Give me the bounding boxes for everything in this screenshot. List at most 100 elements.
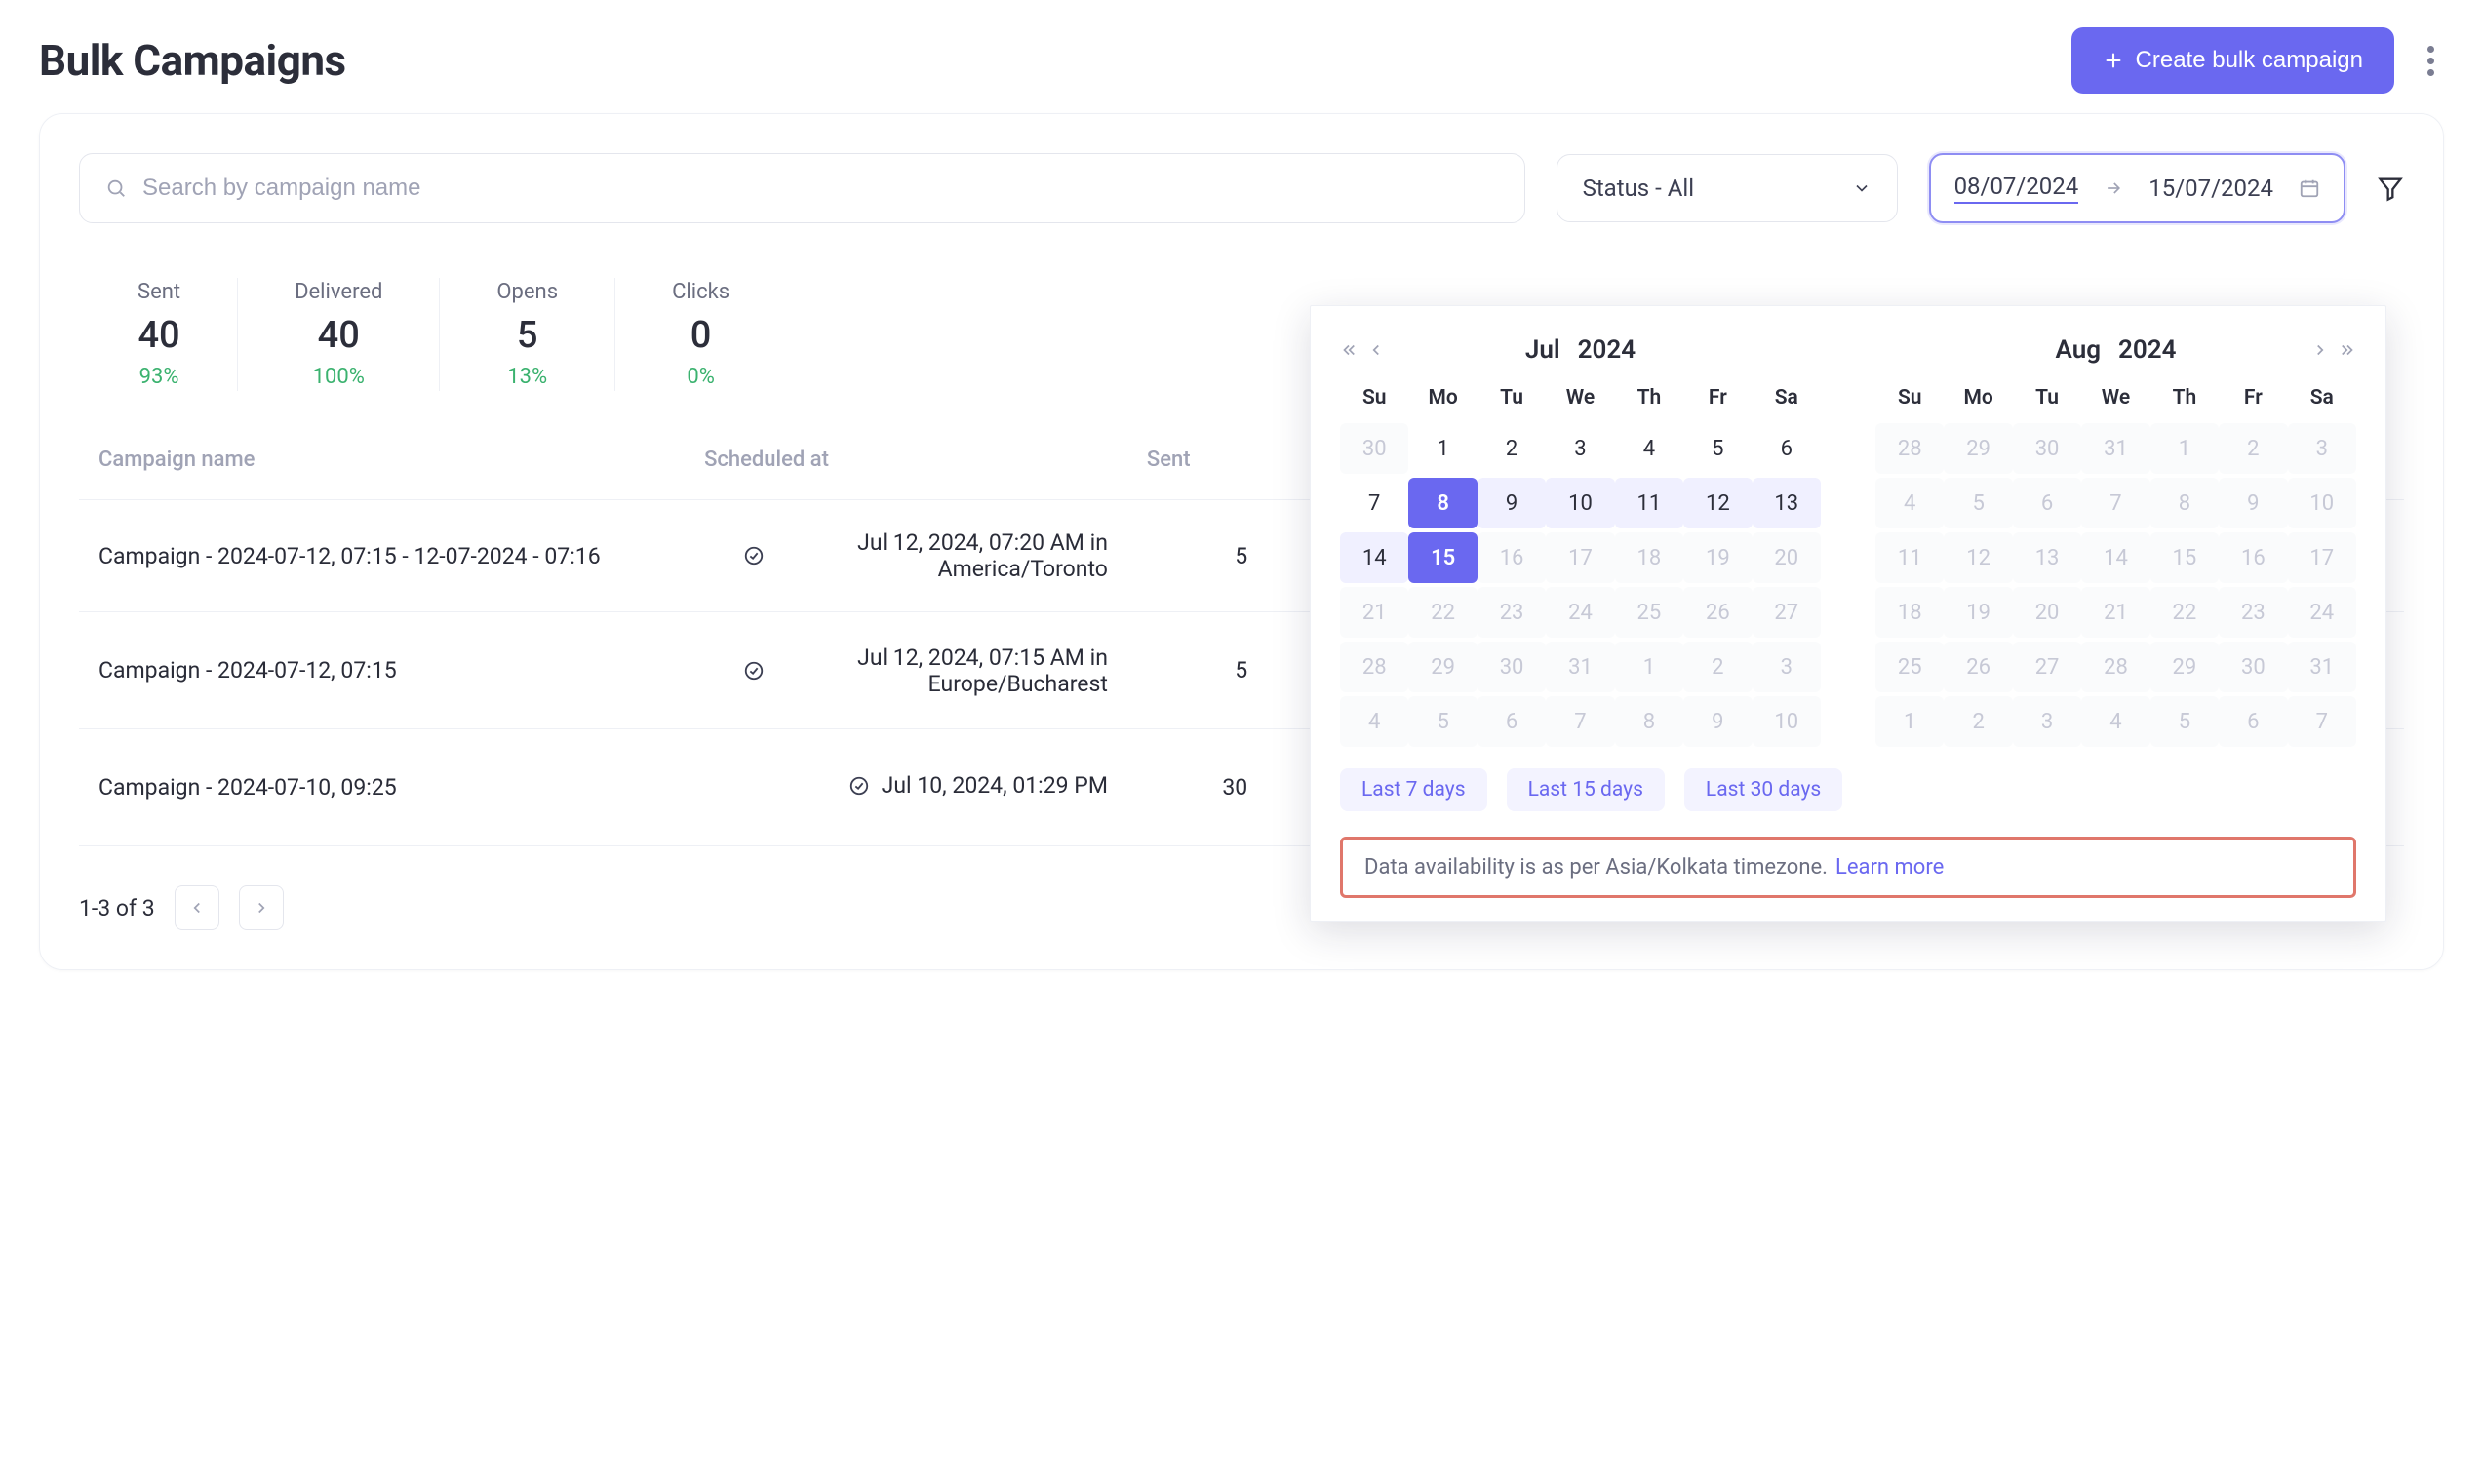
calendar-day[interactable]: 4 [2081,696,2149,747]
calendar-day[interactable]: 6 [2013,478,2081,528]
calendar-day[interactable]: 23 [1478,587,1546,638]
calendar-day[interactable]: 23 [2219,587,2287,638]
calendar-day[interactable]: 28 [1340,642,1408,692]
calendar-day[interactable]: 29 [1944,423,2012,474]
calendar-day[interactable]: 2 [2219,423,2287,474]
calendar-day[interactable]: 21 [2081,587,2149,638]
calendar-day[interactable]: 25 [1875,642,1944,692]
calendar-day[interactable]: 4 [1340,696,1408,747]
calendar-day[interactable]: 30 [2219,642,2287,692]
calendar-day[interactable]: 22 [1408,587,1477,638]
calendar-day[interactable]: 10 [1753,696,1821,747]
calendar-day[interactable]: 8 [1615,696,1683,747]
calendar-day[interactable]: 15 [2150,532,2219,583]
calendar-day[interactable]: 30 [2013,423,2081,474]
date-preset-chip[interactable]: Last 30 days [1684,768,1842,811]
calendar-day[interactable]: 4 [1615,423,1683,474]
calendar-day[interactable]: 13 [1753,478,1821,528]
calendar-day[interactable]: 15 [1408,532,1477,583]
calendar-day[interactable]: 24 [2288,587,2356,638]
calendar-day[interactable]: 9 [2219,478,2287,528]
calendar-day[interactable]: 16 [1478,532,1546,583]
calendar-day[interactable]: 31 [1546,642,1614,692]
calendar-day[interactable]: 16 [2219,532,2287,583]
calendar-day[interactable]: 5 [1944,478,2012,528]
date-preset-chip[interactable]: Last 15 days [1507,768,1665,811]
calendar-day[interactable]: 2 [1478,423,1546,474]
calendar-month-label-right[interactable]: Aug [2056,335,2102,365]
calendar-day[interactable]: 3 [2288,423,2356,474]
calendar-day[interactable]: 29 [2150,642,2219,692]
calendar-day[interactable]: 2 [1944,696,2012,747]
calendar-day[interactable]: 20 [1753,532,1821,583]
calendar-day[interactable]: 4 [1875,478,1944,528]
calendar-day[interactable]: 26 [1944,642,2012,692]
calendar-day[interactable]: 21 [1340,587,1408,638]
calendar-day[interactable]: 27 [2013,642,2081,692]
calendar-day[interactable]: 24 [1546,587,1614,638]
calendar-day[interactable]: 10 [2288,478,2356,528]
calendar-day[interactable]: 2 [1683,642,1752,692]
calendar-day[interactable]: 13 [2013,532,2081,583]
calendar-year-label-right[interactable]: 2024 [2118,335,2176,365]
next-month-icon[interactable] [2311,341,2329,359]
calendar-day[interactable]: 22 [2150,587,2219,638]
calendar-day[interactable]: 14 [2081,532,2149,583]
calendar-day[interactable]: 17 [1546,532,1614,583]
pagination-next[interactable] [239,885,284,930]
calendar-day[interactable]: 20 [2013,587,2081,638]
calendar-day[interactable]: 12 [1683,478,1752,528]
pagination-prev[interactable] [175,885,219,930]
calendar-day[interactable]: 28 [2081,642,2149,692]
calendar-day[interactable]: 17 [2288,532,2356,583]
calendar-day[interactable]: 8 [2150,478,2219,528]
search-input[interactable] [140,174,1499,203]
calendar-day[interactable]: 1 [1615,642,1683,692]
calendar-day[interactable]: 29 [1408,642,1477,692]
calendar-day[interactable]: 1 [1408,423,1477,474]
calendar-day[interactable]: 6 [1753,423,1821,474]
calendar-day[interactable]: 9 [1683,696,1752,747]
prev-month-icon[interactable] [1367,341,1385,359]
calendar-day[interactable]: 3 [1546,423,1614,474]
calendar-day[interactable]: 10 [1546,478,1614,528]
calendar-day[interactable]: 3 [1753,642,1821,692]
calendar-day[interactable]: 11 [1875,532,1944,583]
date-range-picker-trigger[interactable]: 08/07/2024 15/07/2024 [1929,153,2345,223]
calendar-day[interactable]: 7 [1340,478,1408,528]
next-year-icon[interactable] [2339,341,2356,359]
calendar-day[interactable]: 25 [1615,587,1683,638]
filter-icon[interactable] [2377,175,2404,202]
calendar-day[interactable]: 5 [1408,696,1477,747]
calendar-day[interactable]: 8 [1408,478,1477,528]
calendar-day[interactable]: 18 [1615,532,1683,583]
calendar-day[interactable]: 6 [2219,696,2287,747]
calendar-day[interactable]: 7 [1546,696,1614,747]
calendar-day[interactable]: 7 [2288,696,2356,747]
calendar-day[interactable]: 1 [2150,423,2219,474]
calendar-day[interactable]: 6 [1478,696,1546,747]
calendar-day[interactable]: 30 [1340,423,1408,474]
calendar-day[interactable]: 11 [1615,478,1683,528]
prev-year-icon[interactable] [1340,341,1358,359]
calendar-day[interactable]: 9 [1478,478,1546,528]
calendar-day[interactable]: 5 [2150,696,2219,747]
calendar-day[interactable]: 19 [1944,587,2012,638]
calendar-day[interactable]: 14 [1340,532,1408,583]
calendar-day[interactable]: 28 [1875,423,1944,474]
timezone-learn-more-link[interactable]: Learn more [1835,855,1944,879]
calendar-day[interactable]: 5 [1683,423,1752,474]
status-filter[interactable]: Status - All [1557,154,1898,222]
page-overflow-menu[interactable] [2418,36,2444,86]
calendar-day[interactable]: 30 [1478,642,1546,692]
calendar-day[interactable]: 31 [2081,423,2149,474]
calendar-day[interactable]: 27 [1753,587,1821,638]
calendar-year-label-left[interactable]: 2024 [1578,335,1636,365]
calendar-month-label-left[interactable]: Jul [1525,335,1560,365]
create-bulk-campaign-button[interactable]: Create bulk campaign [2071,27,2394,94]
calendar-day[interactable]: 26 [1683,587,1752,638]
calendar-day[interactable]: 1 [1875,696,1944,747]
calendar-day[interactable]: 12 [1944,532,2012,583]
search-input-wrapper[interactable] [79,153,1525,223]
calendar-day[interactable]: 19 [1683,532,1752,583]
